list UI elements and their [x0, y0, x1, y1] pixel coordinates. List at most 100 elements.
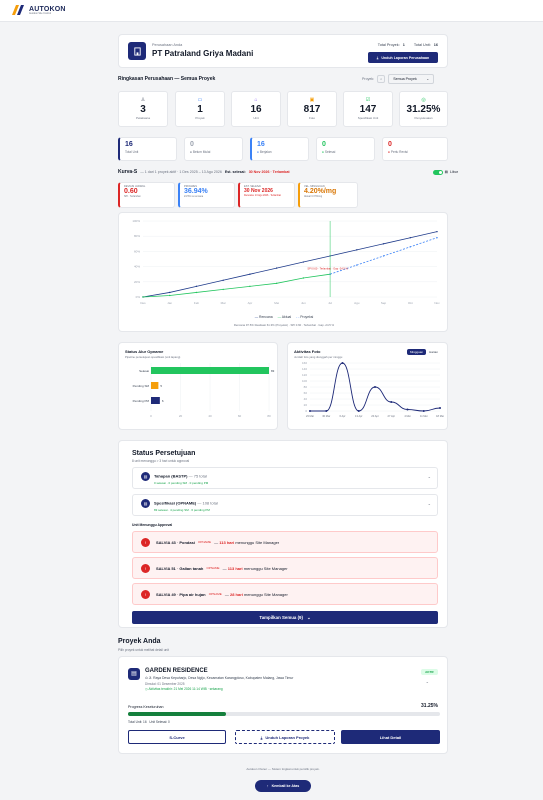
tab-harian[interactable]: Harian — [426, 349, 441, 355]
project-select[interactable]: Semua Proyek ⌄ — [388, 74, 435, 84]
count-value: 16 — [125, 141, 133, 148]
bar-label: Selesai — [139, 369, 149, 373]
bar-label: Pending SM — [133, 384, 150, 388]
holiday-toggle[interactable]: ▤ Libur — [432, 169, 458, 175]
count-label: Perlu Revisi — [390, 150, 408, 154]
chevron-down-icon: ⌄ — [427, 474, 431, 479]
kpi-value: 36.94% — [184, 188, 208, 195]
y-tick-label: 80 — [304, 385, 308, 389]
data-point — [275, 267, 278, 269]
folder-icon: ▭ — [197, 97, 203, 103]
item-unit: SALVIA 51 — [156, 565, 176, 571]
stat-label: Pelaksana — [135, 116, 150, 120]
approval-item[interactable]: ! SALVIA 43 · Pondasi OPNAME — 113 hari m… — [132, 531, 438, 553]
count-label-wrap: ● Perlu Revisi — [388, 150, 408, 154]
autokon-logo-icon — [12, 5, 24, 15]
chevron-down-icon: ⌄ — [427, 501, 431, 506]
projects-sub: Pilih proyek untuk melihat detail unit — [118, 648, 169, 652]
x-tick-label: 0 — [150, 414, 152, 418]
approval-spesifikasi[interactable]: ▤ Spesifikasi (OPNAME) — 108 total 83 sel… — [132, 494, 438, 516]
approval-item[interactable]: ! SALVIA 49 · Pipa air hujan OPNAME — 28 … — [132, 583, 438, 605]
foto-title: Aktivitas Foto — [294, 349, 321, 354]
chevron-down-icon[interactable]: ⌄ — [426, 679, 429, 684]
approval-item[interactable]: ! SALVIA 51 · Galian tanah OPNAME — 113 h… — [132, 557, 438, 579]
stat-value: 16 — [250, 104, 262, 115]
company-icon — [128, 42, 146, 60]
x-tick-label: 20 — [179, 414, 183, 418]
top-bar: AUTOKON Autokon Site Control — [0, 0, 543, 22]
opname-title: Status Alur Opname — [125, 349, 164, 354]
waiting-title: Unit Menunggu Approval — [132, 523, 173, 527]
legend-rencana: Rencana — [259, 315, 273, 319]
toggle-switch[interactable] — [432, 169, 443, 175]
brand-logo[interactable]: AUTOKON Autokon Site Control — [12, 5, 66, 15]
data-point — [409, 246, 411, 248]
back-to-top-button[interactable]: ↑ Kembali ke Atas — [255, 780, 311, 792]
download-company-report-label: Unduh Laporan Perusahaan — [381, 55, 430, 60]
x-tick-label: Jan — [167, 301, 172, 305]
view-detail-button[interactable]: Lihat Detail — [341, 730, 440, 744]
count-value: 16 — [257, 141, 265, 148]
project-start-date: Dimulai: 01 Desember 2025 — [145, 682, 185, 686]
user-icon: ♙ — [140, 97, 146, 103]
project-address-text: Jl. Raya Desa Kepuharjo, Desa Ngijo, Kec… — [148, 676, 294, 680]
tab-mingguan[interactable]: Mingguan — [406, 349, 427, 355]
count-label-wrap: ● Belum Mulai — [190, 150, 211, 154]
download-company-report-button[interactable]: ⤓ Unduh Laporan Perusahaan — [368, 52, 438, 63]
total-unit-label: Total Unit: — [413, 43, 431, 47]
stat-card-proyek: ▭ 1 Proyek — [175, 91, 225, 127]
item-who: menunggu Site Manager — [235, 539, 280, 545]
show-all-button[interactable]: Tampilkan Semua (9) ⌄ — [132, 611, 438, 624]
chevron-down-icon: ⌄ — [426, 77, 430, 81]
x-tick-label: Jun — [301, 301, 306, 305]
y-tick-label: 100 — [302, 379, 307, 383]
y-tick-label: 120 — [302, 373, 307, 377]
scurve-button[interactable]: S-Curve — [128, 730, 226, 744]
show-all-label: Tampilkan Semua (9) — [259, 615, 303, 620]
project-units: Total Unit: 16 Unit Selesai: 0 — [128, 720, 170, 724]
item-who: menunggu Site Manager — [244, 591, 288, 597]
data-point — [249, 285, 251, 288]
stat-label: Penyelesaian — [414, 116, 433, 120]
kurva-sub: — 1 dari 1 proyek aktif · 1 Des 2025 – 1… — [140, 170, 222, 174]
data-point — [409, 237, 411, 239]
stat-value: 31.25% — [406, 104, 441, 115]
y-tick-label: 160 — [302, 361, 307, 365]
x-tick-label: 23 Mar — [306, 414, 314, 418]
item-days: 113 hari — [219, 539, 235, 545]
y-tick-label: 40% — [134, 265, 140, 269]
calendar-icon: ▤ — [444, 170, 448, 174]
count-label-wrap: ● Selesai — [322, 150, 336, 154]
approval-tahapan[interactable]: ▤ Tahapan (BASTP) — 75 total 0 selesai · … — [132, 467, 438, 489]
data-point — [382, 255, 385, 257]
spek-detail: 83 selesai · 4 pending SM · 6 pending PM — [154, 508, 210, 512]
x-tick-label: Mar — [221, 301, 226, 305]
project-select-value: Semua Proyek — [393, 77, 417, 81]
x-tick-label: 60 — [238, 414, 242, 418]
project-card[interactable]: ▤ GARDEN RESIDENCE AKTIF ⊙ Jl. Raya Desa… — [118, 656, 448, 754]
data-point — [195, 291, 198, 294]
y-tick-label: 60 — [304, 391, 308, 395]
count-value: 0 — [322, 141, 326, 148]
toggle-label: Libur — [450, 170, 458, 174]
alert-icon: ! — [141, 563, 150, 573]
stat-card-unit: ⌂ 16 Unit — [231, 91, 281, 127]
x-tick-label: 40 — [208, 414, 212, 418]
gap-annotation: SPI 0.60 · Terlambat · Gap -24.5 % — [307, 267, 348, 271]
stat-value: 817 — [303, 104, 321, 115]
stat-card-spesifikasi: ☑ 147 Spesifikasi Unit — [343, 91, 393, 127]
alert-icon: ! — [141, 589, 150, 599]
doc-icon: ▤ — [141, 499, 150, 508]
kpi-value: 0.60 — [124, 188, 138, 195]
y-tick-label: 40 — [304, 397, 308, 401]
company-totals: Total Proyek: 1 Total Unit: 16 — [378, 43, 438, 47]
download-project-report-button[interactable]: ⤓ Unduh Laporan Proyek — [235, 730, 335, 744]
item-unit: SALVIA 49 — [156, 591, 176, 597]
spek-total: — 108 total — [197, 500, 218, 506]
kpi-deviasi: Deviasi Jadwal 0.60 SPI · Terlambat — [118, 182, 175, 208]
scurve-legend: — Rencana — Aktual - - Proyeksi — [254, 315, 314, 319]
kurva-title: Kurva-S — [118, 169, 138, 175]
y-tick-label: 20 — [304, 403, 308, 407]
data-point — [169, 294, 171, 297]
data-point — [390, 401, 393, 403]
